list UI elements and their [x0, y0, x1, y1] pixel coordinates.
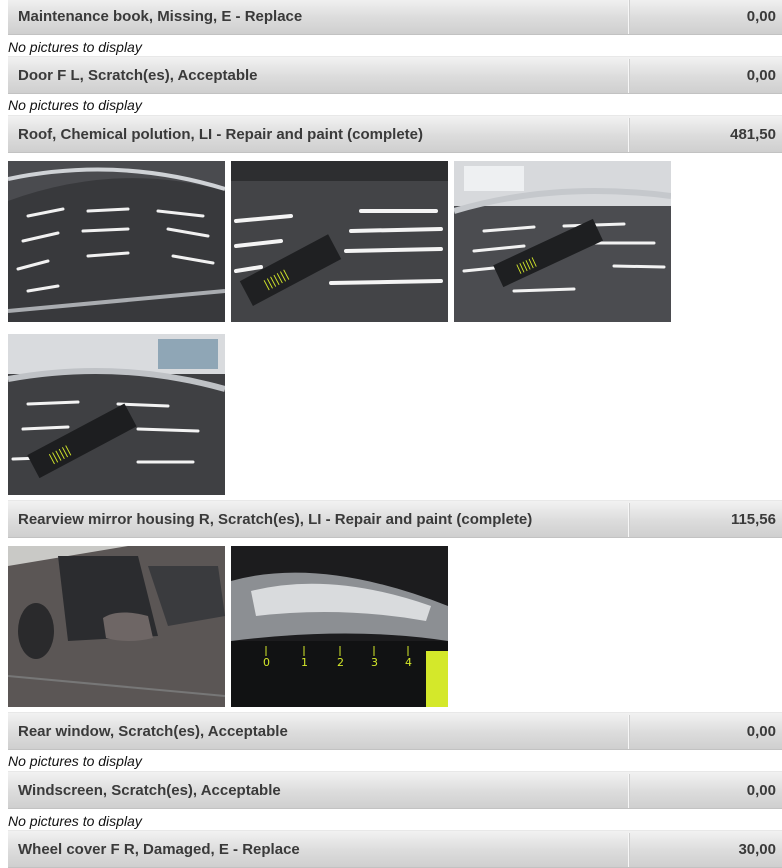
roof-photo-2[interactable]: ||||||| — [231, 161, 448, 322]
damage-row-windscreen: Windscreen, Scratch(es), Acceptable 0,00 — [8, 771, 782, 809]
damage-description: Maintenance book, Missing, E - Replace — [18, 7, 303, 25]
damage-row-wheel-cover: Wheel cover F R, Damaged, E - Replace 30… — [8, 830, 782, 868]
svg-text:2: 2 — [337, 656, 344, 669]
mirror-photo-2[interactable]: 0 1 2 3 4 — [231, 546, 448, 707]
roof-photo-3[interactable]: |||||| — [454, 161, 671, 322]
damage-row-roof: Roof, Chemical polution, LI - Repair and… — [8, 115, 782, 153]
no-pictures-text: No pictures to display — [8, 97, 142, 113]
damage-cost: 115,56 — [730, 510, 776, 528]
roof-photo-4[interactable]: |||||| — [8, 334, 225, 495]
damage-cost: 0,00 — [746, 7, 776, 25]
damage-description: Rearview mirror housing R, Scratch(es), … — [18, 510, 533, 528]
damage-cost: 0,00 — [746, 781, 776, 799]
damage-row-rear-window: Rear window, Scratch(es), Acceptable 0,0… — [8, 712, 782, 750]
column-divider — [628, 0, 629, 34]
damage-row-rearview-mirror: Rearview mirror housing R, Scratch(es), … — [8, 500, 782, 538]
damage-row-door-fl: Door F L, Scratch(es), Acceptable 0,00 — [8, 56, 782, 94]
svg-text:0: 0 — [263, 656, 270, 669]
damage-cost: 0,00 — [746, 722, 776, 740]
svg-text:3: 3 — [371, 656, 378, 669]
damage-description: Windscreen, Scratch(es), Acceptable — [18, 781, 281, 799]
no-pictures-text: No pictures to display — [8, 813, 142, 829]
damage-description: Roof, Chemical polution, LI - Repair and… — [18, 125, 424, 143]
no-pictures-text: No pictures to display — [8, 39, 142, 55]
column-divider — [628, 774, 629, 808]
damage-description: Door F L, Scratch(es), Acceptable — [18, 66, 258, 84]
mirror-photo-1[interactable] — [8, 546, 225, 707]
roof-photo-1[interactable] — [8, 161, 225, 322]
damage-row-maintenance-book: Maintenance book, Missing, E - Replace 0… — [8, 0, 782, 35]
svg-text:1: 1 — [301, 656, 308, 669]
damage-description: Wheel cover F R, Damaged, E - Replace — [18, 840, 300, 858]
svg-text:4: 4 — [405, 656, 412, 669]
column-divider — [628, 503, 629, 537]
damage-description: Rear window, Scratch(es), Acceptable — [18, 722, 288, 740]
damage-cost: 481,50 — [730, 125, 776, 143]
column-divider — [628, 715, 629, 749]
damage-cost: 0,00 — [746, 66, 776, 84]
no-pictures-text: No pictures to display — [8, 753, 142, 769]
column-divider — [628, 118, 629, 152]
column-divider — [628, 833, 629, 867]
column-divider — [628, 59, 629, 93]
damage-cost: 30,00 — [738, 840, 776, 858]
